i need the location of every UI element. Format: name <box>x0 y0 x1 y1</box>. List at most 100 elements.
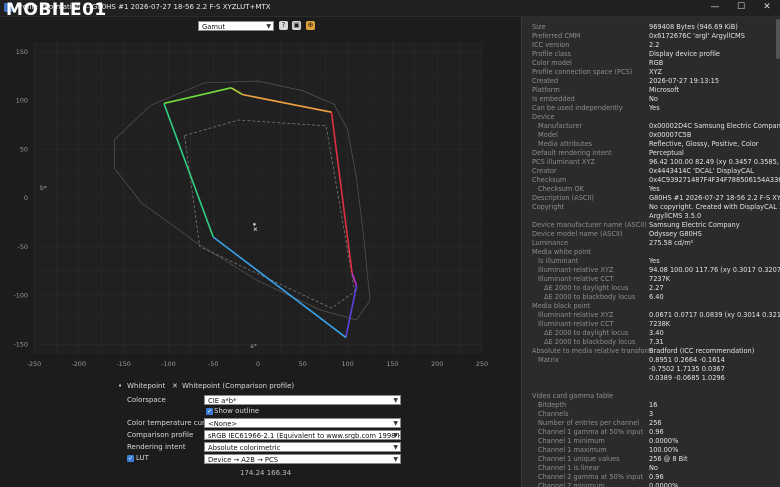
chevron-down-icon: ▼ <box>393 456 398 463</box>
help-icon[interactable]: ? <box>279 21 288 30</box>
colorspace-select[interactable]: CIE a*b* ▼ <box>204 395 401 405</box>
lut-checkbox[interactable]: ✓ <box>127 455 134 462</box>
info-key: Created <box>532 77 559 85</box>
info-row: PCS illuminant XYZ 96.42 100.00 82.49 (xy… <box>522 158 780 167</box>
minimize-button[interactable]: — <box>702 0 728 16</box>
info-value: 256 <box>649 419 662 427</box>
info-key: Media black point <box>532 302 591 310</box>
info-row: ICC version 2.2 <box>522 41 780 50</box>
info-value: Yes <box>649 257 660 265</box>
chevron-down-icon: ▼ <box>393 444 398 451</box>
info-value: Odyssey G80HS <box>649 230 702 238</box>
whitepoint-compare-legend: Whitepoint (Comparison profile) <box>182 382 295 390</box>
info-row: Description (ASCII) G80HS #1 2026-07-27 1… <box>522 194 780 203</box>
info-row: Channel 1 gamma at 50% input 0.96 <box>522 428 780 437</box>
info-key: Description (ASCII) <box>532 194 594 202</box>
info-key: Model <box>538 131 558 139</box>
info-value: Samsung Electric Company <box>649 221 740 229</box>
info-row: Creator 0x4443414C 'DCAL' DisplayCAL <box>522 167 780 176</box>
comparison-select[interactable]: sRGB IEC61966-2.1 (Equivalent to www.srg… <box>204 430 401 440</box>
info-key: Profile connection space (PCS) <box>532 68 633 76</box>
info-key: ΔE 2000 to daylight locus <box>544 329 629 337</box>
colorspace-label: Colorspace <box>127 396 166 404</box>
info-key: Illuminant-relative CCT <box>538 275 614 283</box>
color-temp-value: <None> <box>208 420 238 428</box>
info-key: Copyright <box>532 203 565 211</box>
info-key: ΔE 2000 to blackbody locus <box>544 293 636 301</box>
x-tick-label: 0 <box>256 360 260 368</box>
colorspace-value: CIE a*b* <box>208 397 237 405</box>
info-row: ΔE 2000 to blackbody locus 6.40 <box>522 293 780 302</box>
close-button[interactable]: ✕ <box>754 0 780 16</box>
info-row: Channel 1 maximum 100.00% <box>522 446 780 455</box>
info-key: ΔE 2000 to daylight locus <box>544 284 629 292</box>
info-key: Illuminant-relative CCT <box>538 320 614 328</box>
info-value: 0.0671 0.0717 0.0839 (xy 0.3014 0.3219) <box>649 311 780 319</box>
info-row: Number of entries per channel 256 <box>522 419 780 428</box>
whitepoint-marker-icon: • <box>118 382 123 390</box>
show-outline-checkbox[interactable]: ✓ <box>206 408 213 415</box>
info-value: 0x4C939271487F4F34F788506154A3363I <box>649 176 780 184</box>
info-row: Illuminant-relative XYZ 0.0671 0.0717 0.0… <box>522 311 780 320</box>
info-row: Channel 1 minimum 0.0000% <box>522 437 780 446</box>
chevron-down-icon: ▼ <box>266 23 271 30</box>
info-value: 0.96 <box>649 428 664 436</box>
info-key: Channels <box>538 410 569 418</box>
locate-icon[interactable]: ⊕ <box>306 21 315 30</box>
color-temp-label: Color temperature curve <box>127 419 214 427</box>
info-key: Matrix <box>538 356 559 364</box>
info-row: Illuminant-relative XYZ 94.08 100.00 117.… <box>522 266 780 275</box>
rendering-select[interactable]: Absolute colorimetric ▼ <box>204 442 401 452</box>
info-scrollbar[interactable] <box>776 19 780 59</box>
rendering-value: Absolute colorimetric <box>208 444 281 452</box>
image-icon[interactable]: ▣ <box>292 21 301 30</box>
info-value: 0x00007C5B <box>649 131 692 139</box>
info-row: Channels 3 <box>522 410 780 419</box>
info-row: ArgyllCMS 3.5.0 <box>522 212 780 221</box>
info-row: Device model name (ASCII) Odyssey G80HS <box>522 230 780 239</box>
x-tick-label: 250 <box>476 360 488 368</box>
info-value: 3 <box>649 410 654 418</box>
info-value: Reflective, Glossy, Positive, Color <box>649 140 759 148</box>
info-key: Device <box>532 113 555 121</box>
info-key: Illuminant-relative XYZ <box>538 311 614 319</box>
info-value: 0.0000% <box>649 482 679 487</box>
info-key: Size <box>532 23 546 31</box>
info-key: Video card gamma table <box>532 392 614 400</box>
lut-select[interactable]: Device → A2B → PCS ▼ <box>204 454 401 464</box>
info-row: Checksum 0x4C939271487F4F34F788506154A336… <box>522 176 780 185</box>
info-value: Bradford (ICC recommendation) <box>649 347 755 355</box>
info-value: 969408 Bytes (946.69 KiB) <box>649 23 738 31</box>
info-value: 0.0389 -0.0685 1.0296 <box>649 374 725 382</box>
y-tick-label: 100 <box>16 97 28 105</box>
gamut-plot[interactable]: -250 -200 -150 -100 -50 0 50 100 150 200 250 150 100… <box>0 36 520 376</box>
view-select[interactable]: Gamut ▼ <box>198 21 274 31</box>
info-value: Display device profile <box>649 50 720 58</box>
info-value: 0x4443414C 'DCAL' DisplayCAL <box>649 167 754 175</box>
title-bar: Profile information — G80HS #1 2026-07-2… <box>0 0 780 20</box>
info-key: PCS illuminant XYZ <box>532 158 595 166</box>
color-temp-select[interactable]: <None> ▼ <box>204 418 401 428</box>
info-row: Is embedded No <box>522 95 780 104</box>
info-row: 0.0389 -0.0685 1.0296 <box>522 374 780 383</box>
info-value: 0x00002D4C Samsung Electric Company <box>649 122 780 130</box>
whitepoint-legend: Whitepoint <box>127 382 166 390</box>
info-row: Default rendering intent Perceptual <box>522 149 780 158</box>
x-axis-label: a* <box>250 343 257 350</box>
info-key: Manufacturer <box>538 122 583 130</box>
info-row: Copyright No copyright. Created with Disp… <box>522 203 780 212</box>
y-tick-label: 150 <box>16 48 28 56</box>
info-key: Channel 1 is linear <box>538 464 600 472</box>
maximize-button[interactable]: ☐ <box>728 0 754 16</box>
info-key: Channel 1 gamma at 50% input <box>538 428 644 436</box>
x-tick-label: 150 <box>386 360 398 368</box>
controls-panel: • Whitepoint ✕ Whitepoint (Comparison pr… <box>0 376 520 487</box>
info-row: ΔE 2000 to blackbody locus 7.31 <box>522 338 780 347</box>
info-value: G80HS #1 2026-07-27 18-56 2.2 F-S XYZL <box>649 194 780 202</box>
info-row: Media black point <box>522 302 780 311</box>
x-tick-label: -100 <box>161 360 176 368</box>
profile-info-panel[interactable]: Size 969408 Bytes (946.69 KiB) Preferred C… <box>521 17 780 487</box>
info-key: Platform <box>532 86 560 94</box>
info-row: Can be used independently Yes <box>522 104 780 113</box>
info-row: Media attributes Reflective, Glossy, Posi… <box>522 140 780 149</box>
